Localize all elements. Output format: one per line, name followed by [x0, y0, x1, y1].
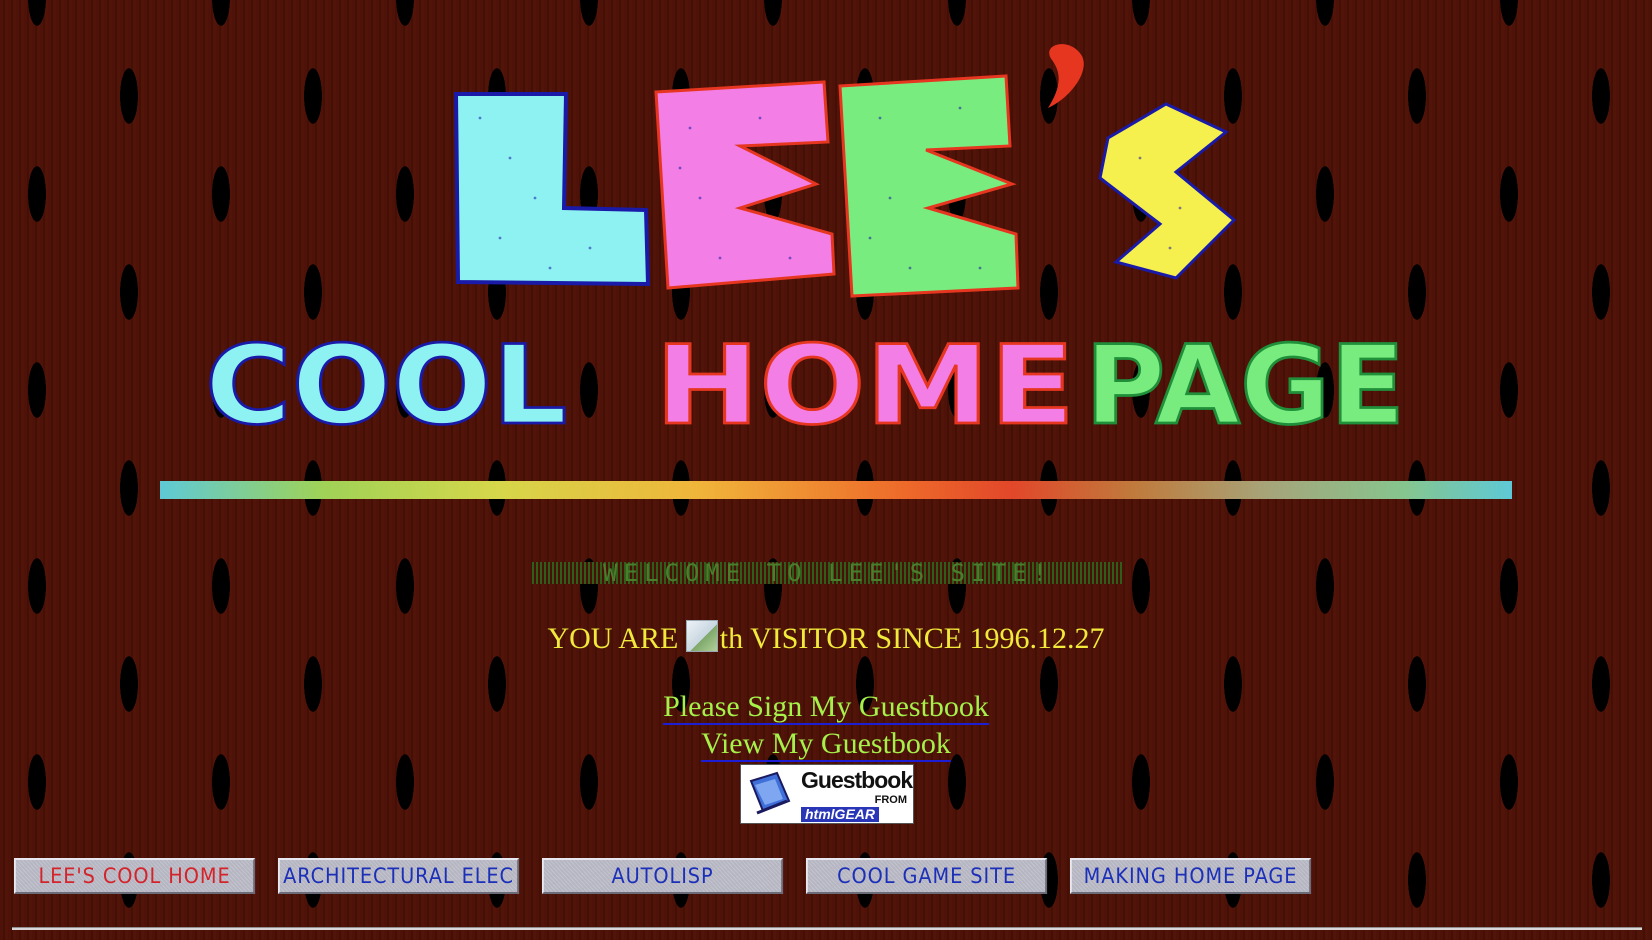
welcome-marquee: WELCOME TO LEE'S SITE!: [532, 562, 1124, 584]
visitor-prefix: YOU ARE: [547, 622, 679, 655]
guestbook-badge-title: Guestbook: [801, 767, 913, 793]
sign-guestbook-link[interactable]: Please Sign My Guestbook: [663, 690, 989, 725]
nav-architectural-elec[interactable]: ARCHITECTURAL ELEC: [278, 858, 520, 894]
guestbook-badge-brand: htmlGEAR: [801, 807, 879, 822]
guestbook-book-icon: [749, 771, 791, 815]
bottom-horizontal-rule: [12, 927, 1642, 930]
nav-autolisp[interactable]: AUTOLISP: [542, 858, 784, 894]
svg-text:PAGE: PAGE: [1085, 323, 1405, 449]
visitor-suffix: VISITOR SINCE 1996.12.27: [750, 622, 1105, 655]
guestbook-badge-from: FROM: [874, 794, 907, 806]
nav-cool-game-site[interactable]: COOL GAME SITE: [806, 858, 1048, 894]
guestbook-badge[interactable]: Guestbook FROM htmlGEAR: [740, 764, 914, 824]
svg-text:HOME: HOME: [655, 323, 1075, 449]
svg-text:COOL: COOL: [205, 323, 567, 449]
broken-counter-image-icon: [685, 620, 718, 652]
logo-cool-homepage-graphic: COOL HOME PAGE: [204, 321, 1407, 450]
guestbook-sign-row: Please Sign My Guestbook: [0, 690, 1652, 725]
visitor-counter-line: YOU ARE th VISITOR SINCE 1996.12.27: [0, 620, 1652, 656]
logo-lees: [440, 38, 1240, 298]
nav-lees-cool-home[interactable]: LEE'S COOL HOME: [14, 858, 256, 894]
rainbow-divider: [160, 481, 1512, 499]
visitor-counter-alt: th: [719, 622, 744, 655]
logo-cool-homepage: COOL HOME PAGE: [204, 321, 1445, 472]
guestbook-view-row: View My Guestbook: [0, 727, 1652, 762]
logo-lees-graphic: [453, 44, 1237, 298]
nav-making-home-page[interactable]: MAKING HOME PAGE: [1070, 858, 1312, 894]
view-guestbook-link[interactable]: View My Guestbook: [701, 727, 951, 762]
